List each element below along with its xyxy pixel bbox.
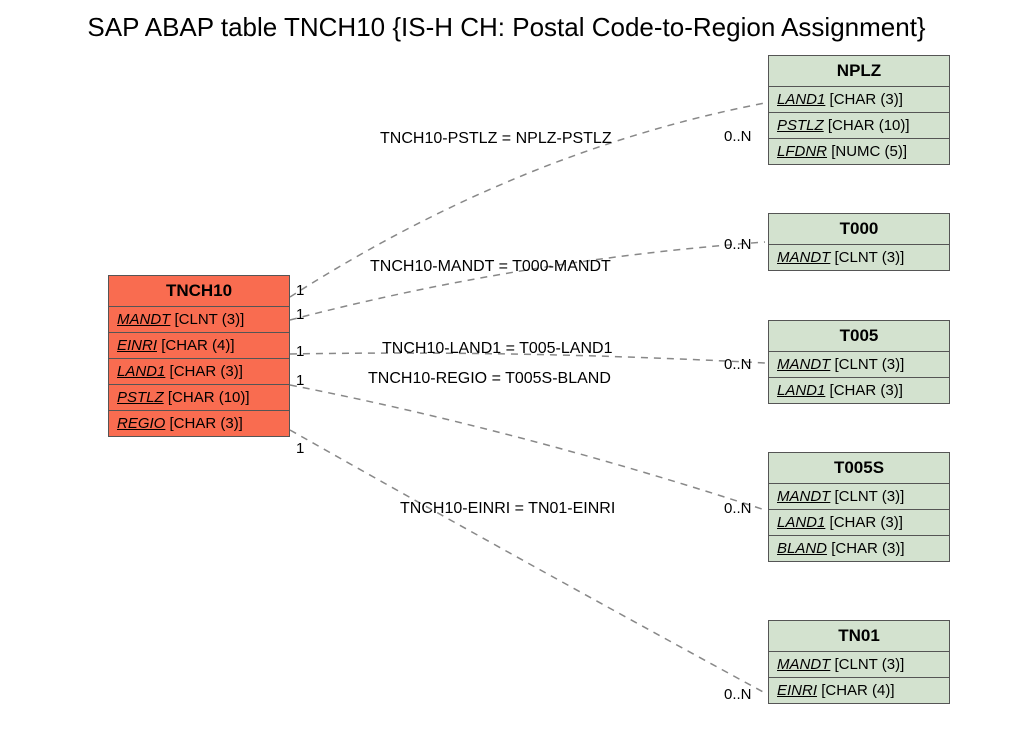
cardinality: 1 (296, 372, 304, 389)
field: MANDT [CLNT (3)] (769, 652, 949, 678)
field: MANDT [CLNT (3)] (109, 307, 289, 333)
cardinality: 0..N (724, 356, 752, 373)
field: LAND1 [CHAR (3)] (769, 510, 949, 536)
diagram-title: SAP ABAP table TNCH10 {IS-H CH: Postal C… (0, 12, 1013, 43)
cardinality: 1 (296, 282, 304, 299)
relation-label: TNCH10-PSTLZ = NPLZ-PSTLZ (380, 130, 612, 148)
entity-tnch10: TNCH10 MANDT [CLNT (3)] EINRI [CHAR (4)]… (108, 275, 290, 437)
relation-label: TNCH10-MANDT = T000-MANDT (370, 258, 611, 276)
field: LAND1 [CHAR (3)] (769, 87, 949, 113)
entity-header: T005S (769, 453, 949, 484)
field: LAND1 [CHAR (3)] (109, 359, 289, 385)
entity-t005: T005 MANDT [CLNT (3)] LAND1 [CHAR (3)] (768, 320, 950, 404)
entity-header: T000 (769, 214, 949, 245)
cardinality: 1 (296, 440, 304, 457)
entity-t000: T000 MANDT [CLNT (3)] (768, 213, 950, 271)
relation-label: TNCH10-LAND1 = T005-LAND1 (382, 340, 612, 358)
entity-header: NPLZ (769, 56, 949, 87)
cardinality: 0..N (724, 128, 752, 145)
field: EINRI [CHAR (4)] (769, 678, 949, 703)
entity-t005s: T005S MANDT [CLNT (3)] LAND1 [CHAR (3)] … (768, 452, 950, 562)
field: MANDT [CLNT (3)] (769, 245, 949, 270)
cardinality: 0..N (724, 500, 752, 517)
entity-header: TN01 (769, 621, 949, 652)
field: MANDT [CLNT (3)] (769, 352, 949, 378)
cardinality: 0..N (724, 686, 752, 703)
cardinality: 1 (296, 306, 304, 323)
entity-header: TNCH10 (109, 276, 289, 307)
relation-label: TNCH10-EINRI = TN01-EINRI (400, 500, 615, 518)
field: BLAND [CHAR (3)] (769, 536, 949, 561)
cardinality: 0..N (724, 236, 752, 253)
cardinality: 1 (296, 343, 304, 360)
entity-tn01: TN01 MANDT [CLNT (3)] EINRI [CHAR (4)] (768, 620, 950, 704)
field: LAND1 [CHAR (3)] (769, 378, 949, 403)
entity-nplz: NPLZ LAND1 [CHAR (3)] PSTLZ [CHAR (10)] … (768, 55, 950, 165)
field: MANDT [CLNT (3)] (769, 484, 949, 510)
field: REGIO [CHAR (3)] (109, 411, 289, 436)
field: EINRI [CHAR (4)] (109, 333, 289, 359)
field: PSTLZ [CHAR (10)] (769, 113, 949, 139)
relation-label: TNCH10-REGIO = T005S-BLAND (368, 370, 611, 388)
entity-header: T005 (769, 321, 949, 352)
field: LFDNR [NUMC (5)] (769, 139, 949, 164)
field: PSTLZ [CHAR (10)] (109, 385, 289, 411)
